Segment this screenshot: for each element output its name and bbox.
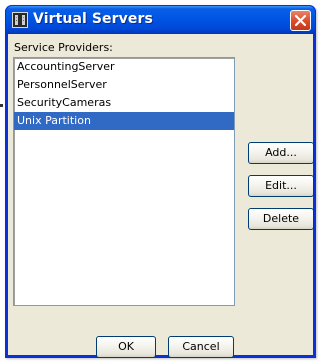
close-button[interactable]: [290, 10, 311, 31]
server-window-icon: [12, 12, 28, 28]
close-icon: [294, 14, 307, 27]
window-title: Virtual Servers: [33, 11, 153, 27]
list-item-accountingserver[interactable]: AccountingServer: [14, 58, 234, 76]
title-bar[interactable]: Virtual Servers: [5, 5, 316, 34]
cancel-button[interactable]: Cancel: [168, 336, 234, 358]
list-item-securitycameras[interactable]: SecurityCameras: [14, 94, 234, 112]
list-item-personnelserver[interactable]: PersonnelServer: [14, 76, 234, 94]
virtual-servers-dialog: Virtual Servers Service Providers: Accou…: [5, 5, 316, 358]
delete-button[interactable]: Delete: [248, 208, 314, 230]
add-button[interactable]: Add...: [248, 142, 314, 164]
edit-button[interactable]: Edit...: [248, 175, 314, 197]
dialog-content: Service Providers: AccountingServer Pers…: [8, 34, 314, 358]
service-providers-label: Service Providers:: [14, 41, 113, 54]
service-providers-list[interactable]: AccountingServer PersonnelServer Securit…: [13, 57, 235, 306]
background-marker: [0, 104, 3, 107]
list-item-unix-partition[interactable]: Unix Partition: [14, 112, 234, 130]
ok-button[interactable]: OK: [96, 336, 156, 358]
